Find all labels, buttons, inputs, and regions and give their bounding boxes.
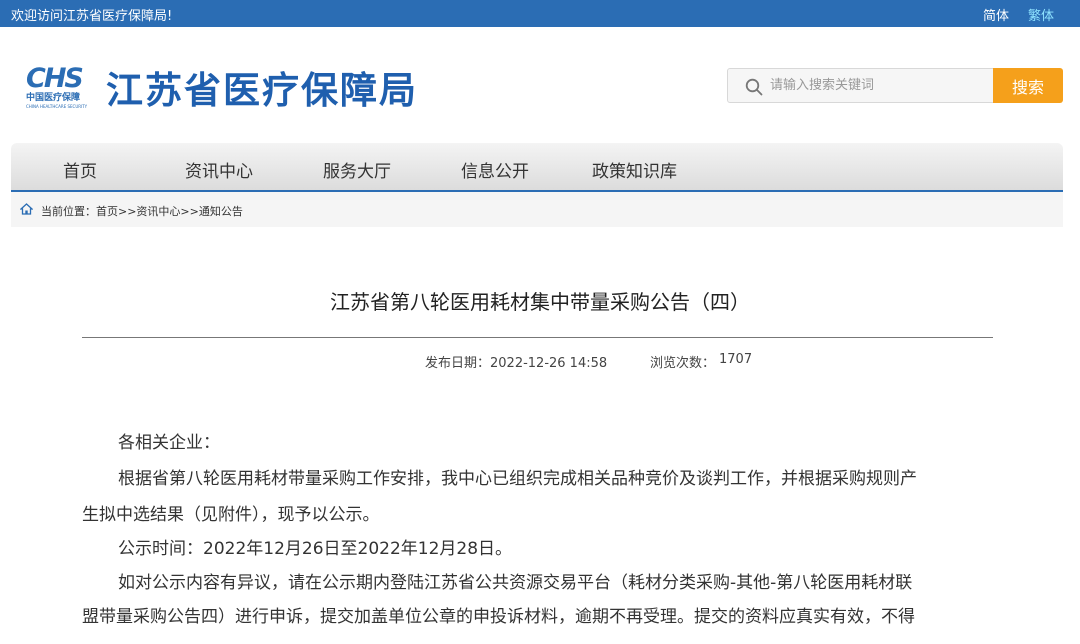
lang-simplified-link[interactable]: 简体 <box>983 5 1009 24</box>
article-line-2: 生拟中选结果（见附件），现予以公示。 <box>82 505 380 525</box>
logo-cn-text: 中国医疗保障 <box>26 93 81 103</box>
article-line-3: 公示时间：2022年12月26日至2022年12月28日。 <box>118 539 513 559</box>
nav-item-policy[interactable]: 政策知识库 <box>592 157 677 182</box>
main-nav: 首页 资讯中心 服务大厅 信息公开 政策知识库 <box>11 143 1063 192</box>
logo-en-text: CHINA HEALTHCARE SECURITY <box>26 104 88 109</box>
search-input[interactable] <box>770 69 990 102</box>
site-header: CHS 中国医疗保障 CHINA HEALTHCARE SECURITY 江苏省… <box>0 27 1080 143</box>
nav-item-services[interactable]: 服务大厅 <box>323 157 391 182</box>
views-count: 1707 <box>719 352 753 367</box>
home-icon <box>20 203 33 215</box>
search-box <box>727 68 995 103</box>
article-line-greeting: 各相关企业： <box>118 433 220 453</box>
site-title[interactable]: 江苏省医疗保障局 <box>106 60 418 114</box>
nav-item-news[interactable]: 资讯中心 <box>185 157 253 182</box>
article-title: 江苏省第八轮医用耗材集中带量采购公告（四） <box>330 290 750 314</box>
nav-item-disclosure[interactable]: 信息公开 <box>461 157 529 182</box>
lang-traditional-link[interactable]: 繁体 <box>1028 5 1054 24</box>
article-line-4: 如对公示内容有异议，请在公示期内登陆江苏省公共资源交易平台（耗材分类采购-其他-… <box>118 573 913 593</box>
search-icon <box>745 78 763 96</box>
search-button[interactable]: 搜索 <box>993 68 1063 103</box>
article-line-1: 根据省第八轮医用耗材带量采购工作安排，我中心已组织完成相关品种竞价及谈判工作，并… <box>118 469 917 489</box>
logo-chs-text: CHS <box>26 63 84 94</box>
article-line-5: 盟带量采购公告四）进行申诉，提交加盖单位公章的申投诉材料，逾期不再受理。提交的资… <box>82 607 915 627</box>
breadcrumb: 当前位置：首页>>资讯中心>>通知公告 <box>11 192 1063 227</box>
nav-item-home[interactable]: 首页 <box>63 157 97 182</box>
top-bar: 欢迎访问江苏省医疗保障局! 简体 繁体 <box>0 0 1080 27</box>
welcome-text: 欢迎访问江苏省医疗保障局! <box>11 9 173 24</box>
chs-logo[interactable]: CHS 中国医疗保障 CHINA HEALTHCARE SECURITY <box>26 63 92 110</box>
views-label: 浏览次数： <box>650 356 716 371</box>
publish-date: 发布日期：2022-12-26 14:58 <box>425 356 608 371</box>
title-divider <box>82 337 993 338</box>
breadcrumb-text[interactable]: 当前位置：首页>>资讯中心>>通知公告 <box>41 203 243 219</box>
